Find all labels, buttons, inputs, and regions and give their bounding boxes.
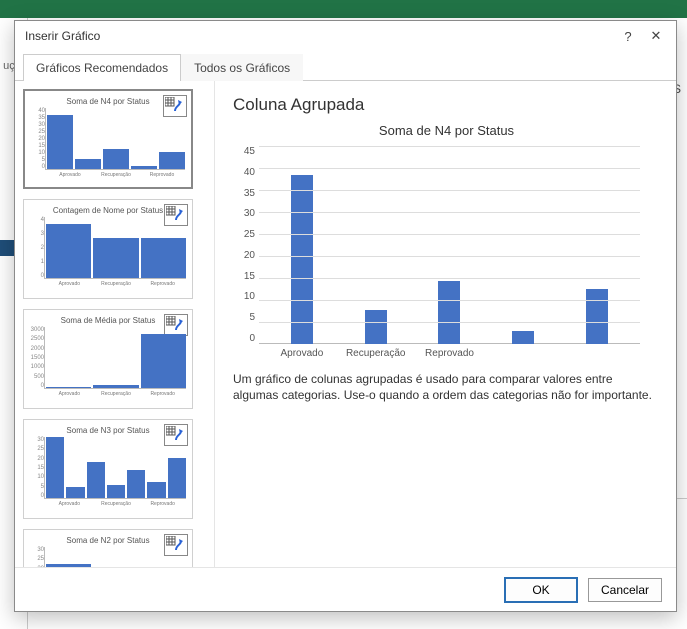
thumbnail-bar	[103, 149, 129, 170]
chart-thumbnail[interactable]: Contagem de Nome por Status43210Aprovado…	[23, 199, 193, 299]
ytick-label: 40	[233, 167, 255, 178]
help-button[interactable]: ?	[614, 25, 642, 47]
chart-type-heading: Coluna Agrupada	[233, 95, 660, 115]
chart-preview-pane: Coluna Agrupada Soma de N4 por Status 45…	[215, 81, 676, 567]
ytick-label: 25	[233, 229, 255, 240]
thumbnail-bar	[107, 485, 125, 499]
ytick-label: 45	[233, 146, 255, 157]
thumbnail-bar	[168, 458, 186, 499]
chart-type-description: Um gráfico de colunas agrupadas é usado …	[233, 371, 660, 403]
chart-thumbnail[interactable]: Soma de Média por Status3000250020001500…	[23, 309, 193, 409]
chart-bars-region	[259, 146, 660, 344]
close-button[interactable]: ✕	[642, 25, 670, 47]
thumbnail-bar	[93, 385, 138, 389]
chart-bar	[291, 175, 313, 344]
ytick-label: 5	[233, 312, 255, 323]
thumbnail-bar	[47, 115, 73, 170]
chart-bar	[512, 331, 534, 344]
dialog-titlebar: Inserir Gráfico ? ✕	[15, 21, 676, 51]
chart-bar	[438, 281, 460, 344]
thumbnail-bar	[46, 564, 91, 567]
xtick-label	[560, 348, 634, 359]
ytick-label: 15	[233, 271, 255, 282]
chart-thumbnail[interactable]: Soma de N4 por Status4035302520151050Apr…	[23, 89, 193, 189]
chart-bar	[586, 289, 608, 344]
thumbnail-bar	[147, 482, 165, 499]
thumbnail-chart: 302520151050AprovadoRecuperaçãoReprovado	[28, 437, 188, 511]
chart-title: Soma de N4 por Status	[233, 123, 660, 138]
thumbnail-bar	[131, 166, 157, 170]
chart-yaxis: 45 40 35 30 25 20 15 10 5 0	[233, 146, 259, 344]
ok-button[interactable]: OK	[504, 577, 578, 603]
thumbnail-bar	[127, 470, 145, 499]
thumbnail-bar	[46, 224, 91, 279]
thumbnail-bar	[46, 387, 91, 389]
thumbnail-bar	[141, 238, 186, 279]
chart-thumbnail[interactable]: Soma de N2 por Status302520151050Aprovad…	[23, 529, 193, 567]
ytick-label: 20	[233, 250, 255, 261]
dialog-footer: OK Cancelar	[15, 567, 676, 611]
dialog-tabs: Gráficos Recomendados Todos os Gráficos	[15, 53, 676, 81]
tab-all-charts[interactable]: Todos os Gráficos	[181, 54, 303, 81]
thumbnail-bar	[87, 462, 105, 499]
chart-xaxis: AprovadoRecuperaçãoReprovado	[259, 344, 640, 359]
excel-ribbon-bg	[0, 0, 687, 18]
xtick-label	[486, 348, 560, 359]
thumbnail-bar	[141, 334, 186, 389]
chart-preview: Soma de N4 por Status 45 40 35 30 25 20 15 10 5 0…	[233, 119, 660, 359]
ytick-label: 35	[233, 188, 255, 199]
ytick-label: 30	[233, 208, 255, 219]
thumbnail-chart: 4035302520151050AprovadoRecuperaçãoRepro…	[29, 108, 187, 182]
xtick-label: Reprovado	[413, 348, 487, 359]
xtick-label: Aprovado	[265, 348, 339, 359]
ytick-label: 10	[233, 291, 255, 302]
chart-thumbnail[interactable]: Soma de N3 por Status302520151050Aprovad…	[23, 419, 193, 519]
thumbnail-bar	[159, 152, 185, 170]
tab-recommended[interactable]: Gráficos Recomendados	[23, 54, 181, 81]
dialog-content: Soma de N4 por Status4035302520151050Apr…	[15, 81, 676, 567]
recommended-thumbnails-pane[interactable]: Soma de N4 por Status4035302520151050Apr…	[15, 81, 215, 567]
thumbnail-bar	[93, 238, 138, 279]
thumbnail-chart: 302520151050AprovadoRecuperaçãoReprovado	[28, 547, 188, 567]
thumbnail-chart: 43210AprovadoRecuperaçãoReprovado	[28, 217, 188, 291]
xtick-label: Recuperação	[339, 348, 413, 359]
ytick-label: 0	[233, 333, 255, 344]
chart-plot-area: 45 40 35 30 25 20 15 10 5 0	[233, 146, 660, 344]
chart-bar	[365, 310, 387, 344]
insert-chart-dialog: Inserir Gráfico ? ✕ Gráficos Recomendado…	[14, 20, 677, 612]
cancel-button[interactable]: Cancelar	[588, 578, 662, 602]
thumbnail-bar	[46, 437, 64, 499]
dialog-title: Inserir Gráfico	[25, 29, 614, 43]
thumbnail-bar	[75, 159, 101, 170]
thumbnail-chart: 300025002000150010005000AprovadoRecupera…	[28, 327, 188, 401]
thumbnail-bar	[66, 487, 84, 499]
